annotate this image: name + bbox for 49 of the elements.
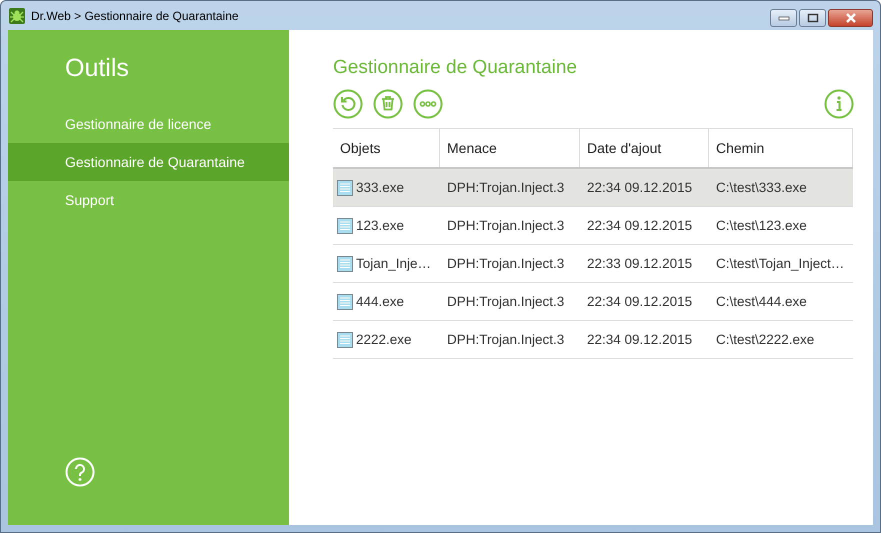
table-cell: 123.exe (356, 218, 404, 233)
table-cell: Tojan_Inje… (356, 256, 432, 271)
table-cell: 22:34 09.12.2015 (587, 180, 692, 195)
close-button[interactable] (828, 9, 873, 27)
file-icon (337, 256, 353, 272)
table-row[interactable]: 333.exe DPH:Trojan.Inject.3 22:34 09.12.2015 C:\test\333.exe (333, 169, 853, 207)
table-cell: 333.exe (356, 180, 404, 195)
table-row[interactable]: 444.exe DPH:Trojan.Inject.3 22:34 09.12.2015 C:\test\444.exe (333, 283, 853, 321)
close-icon (844, 13, 858, 23)
table-cell: 22:34 09.12.2015 (587, 218, 692, 233)
restore-icon[interactable] (333, 89, 363, 119)
table-cell: 2222.exe (356, 332, 412, 347)
table-cell: 444.exe (356, 294, 404, 309)
file-icon (337, 332, 353, 348)
file-icon (337, 218, 353, 234)
table-cell: C:\test\2222.exe (716, 332, 814, 347)
table-cell: DPH:Trojan.Inject.3 (447, 218, 564, 233)
minimize-button[interactable] (770, 9, 797, 27)
table-cell: C:\test\123.exe (716, 218, 807, 233)
table-row[interactable]: Tojan_Inje… DPH:Trojan.Inject.3 22:33 09.12.2015 C:\test\Tojan_Inject… (333, 245, 853, 283)
trash-icon[interactable] (373, 89, 403, 119)
column-header[interactable]: Chemin (709, 129, 853, 167)
page-title: Gestionnaire de Quarantaine (333, 57, 578, 79)
sidebar-heading: Outils (64, 54, 130, 83)
table-cell: DPH:Trojan.Inject.3 (447, 294, 564, 309)
spider-logo-icon (9, 8, 25, 24)
table-cell: DPH:Trojan.Inject.3 (447, 180, 564, 195)
table-row[interactable]: 2222.exe DPH:Trojan.Inject.3 22:34 09.12.2015 C:\test\2222.exe (333, 321, 853, 359)
more-icon[interactable] (413, 89, 443, 119)
table-cell: C:\test\444.exe (716, 294, 807, 309)
table-cell: 22:33 09.12.2015 (587, 256, 692, 271)
window-title: Dr.Web > Gestionnaire de Quarantaine (31, 8, 239, 22)
table-cell: C:\test\333.exe (716, 180, 807, 195)
table-cell: 22:34 09.12.2015 (587, 294, 692, 309)
table-cell: C:\test\Tojan_Inject… (716, 256, 844, 271)
maximize-button[interactable] (799, 9, 826, 27)
table-cell: DPH:Trojan.Inject.3 (447, 256, 564, 271)
table-row[interactable]: 123.exe DPH:Trojan.Inject.3 22:34 09.12.2015 C:\test\123.exe (333, 207, 853, 245)
help-icon[interactable] (65, 457, 95, 487)
table-cell: DPH:Trojan.Inject.3 (447, 332, 564, 347)
file-icon (337, 294, 353, 310)
file-icon (337, 180, 353, 196)
table-cell: 22:34 09.12.2015 (587, 332, 692, 347)
minimize-icon (778, 15, 790, 21)
column-header[interactable]: Menace (440, 129, 580, 167)
maximize-icon (806, 13, 818, 23)
column-header[interactable]: Date d'ajout (580, 129, 709, 167)
column-header[interactable]: Objets (333, 129, 440, 167)
info-icon[interactable] (824, 89, 854, 119)
